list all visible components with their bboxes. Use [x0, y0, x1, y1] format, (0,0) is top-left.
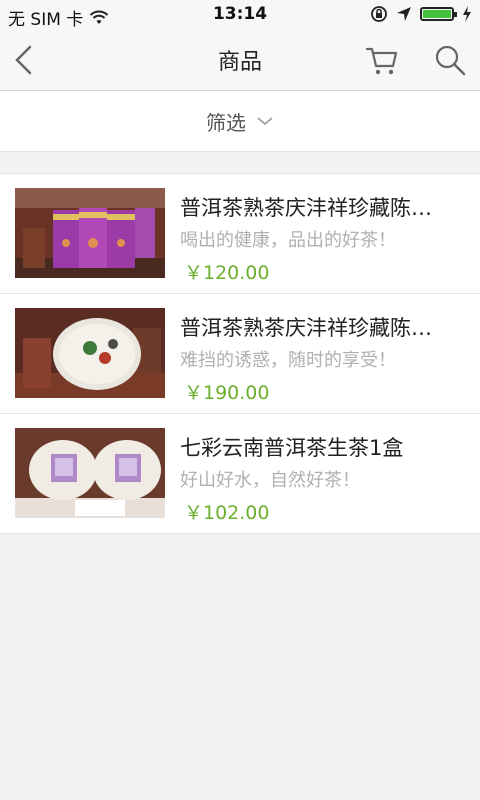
product-subtitle: 喝出的健康，品出的好茶！	[180, 230, 396, 251]
product-subtitle: 好山好水，自然好茶！	[180, 470, 360, 491]
product-item[interactable]: 普洱茶熟茶庆沣祥珍藏陈… 难挡的诱惑，随时的享受！ ￥190.00	[0, 294, 480, 414]
product-item[interactable]: 普洱茶熟茶庆沣祥珍藏陈… 喝出的健康，品出的好茶！ ￥120.00	[0, 174, 480, 294]
page-title: 商品	[217, 50, 262, 75]
product-price: ￥190.00	[184, 382, 270, 404]
rotation-lock-icon	[371, 6, 387, 22]
status-bar: 无 SIM 卡 13:14	[0, 0, 480, 30]
product-list: 普洱茶熟茶庆沣祥珍藏陈… 喝出的健康，品出的好茶！ ￥120.00 普洱茶熟茶庆…	[0, 173, 480, 534]
product-image	[15, 308, 165, 398]
search-icon[interactable]	[432, 42, 468, 78]
product-item[interactable]: 七彩云南普洱茶生茶1盒 好山好水，自然好茶！ ￥102.00	[0, 414, 480, 533]
cart-icon[interactable]	[364, 42, 400, 78]
battery-icon	[420, 7, 457, 21]
product-image	[15, 428, 165, 518]
chevron-down-icon	[257, 117, 273, 126]
product-image	[15, 188, 165, 278]
product-subtitle: 难挡的诱惑，随时的享受！	[180, 350, 396, 371]
product-price: ￥102.00	[184, 502, 270, 524]
product-title: 普洱茶熟茶庆沣祥珍藏陈…	[180, 316, 432, 340]
filter-button[interactable]: 筛选	[0, 91, 480, 152]
navigation-bar: 商品	[0, 30, 480, 91]
charging-icon	[463, 6, 471, 22]
product-price: ￥120.00	[184, 262, 270, 284]
product-title: 七彩云南普洱茶生茶1盒	[180, 436, 404, 460]
filter-label: 筛选	[206, 110, 246, 135]
location-arrow-icon	[397, 7, 411, 21]
product-title: 普洱茶熟茶庆沣祥珍藏陈…	[180, 196, 432, 220]
status-right	[370, 5, 472, 23]
